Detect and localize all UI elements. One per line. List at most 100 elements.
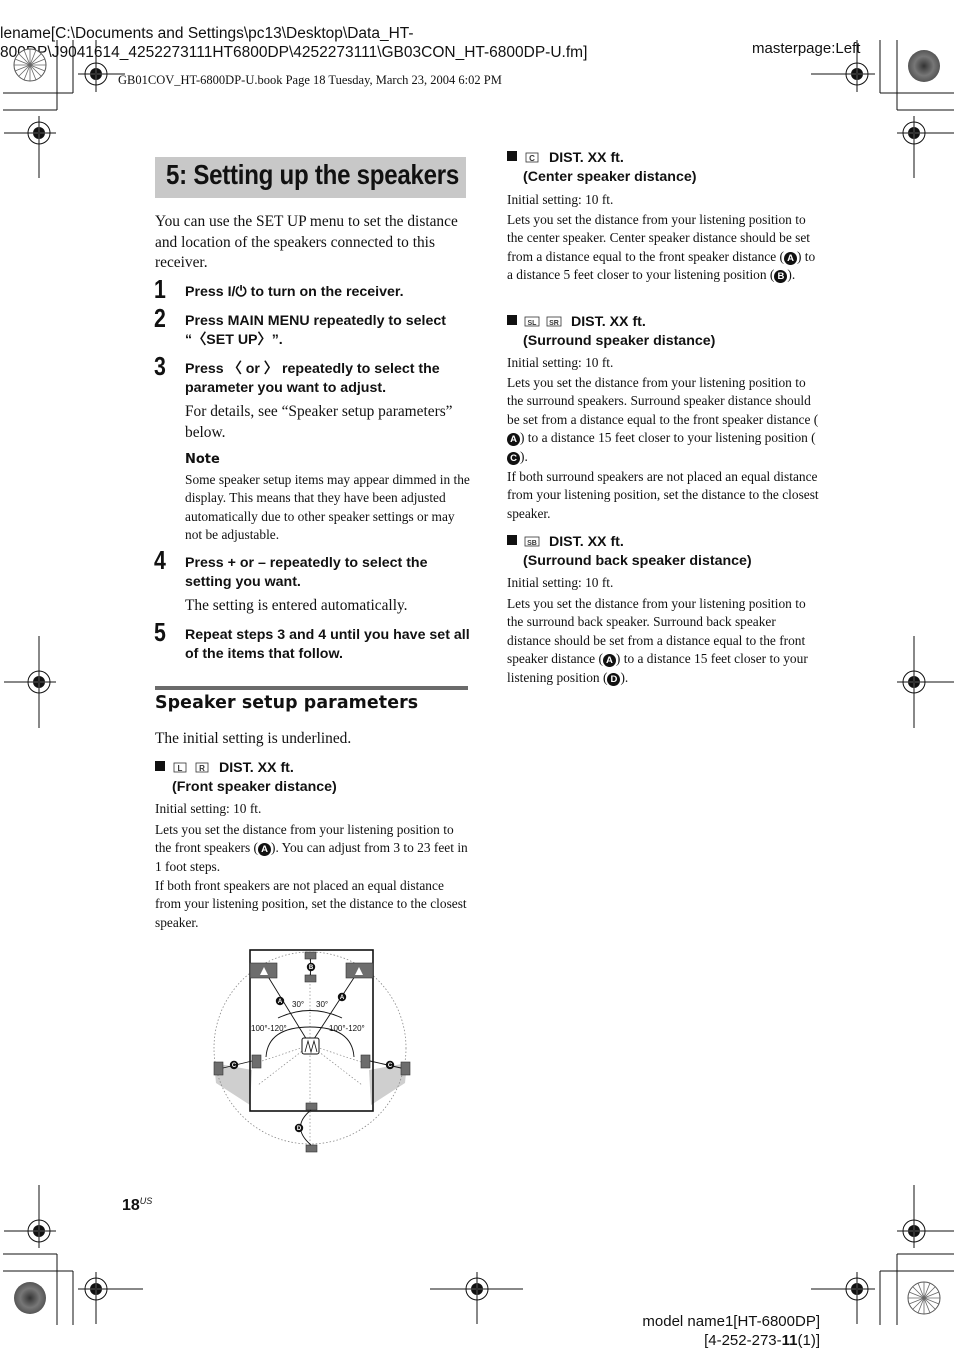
gear-icon-top-right [908,50,940,82]
param-name: DIST. XX ft. [548,534,624,550]
marker-c-right: C [388,1063,393,1069]
bullet-square-icon [507,151,517,161]
registration-mark-top-right-1 [811,40,875,92]
speaker-surround-back-icon: SB [524,536,540,547]
speaker-front-left-icon: L [173,762,187,773]
surround-right-speaker-near [360,1054,371,1069]
registration-mark-bottom-right-1 [897,1185,954,1248]
section-title: Speaker setup parameters [155,693,419,713]
marker-a-right: A [340,995,345,1001]
svg-text:L: L [178,764,183,773]
step-detail: The setting is entered automatically. [185,597,408,614]
page-title: 5: Setting up the speakers [166,159,460,190]
gear-icon-bottom-left [14,1282,46,1314]
note-label: Note [185,452,220,467]
center-speaker-far [304,951,317,960]
section-intro: The initial setting is underlined. [155,730,352,747]
svg-text:SR: SR [549,320,559,327]
param-note: If both front speakers are not placed an… [155,878,467,930]
speaker-center-icon: C [525,152,539,163]
step-number: 5 [154,617,166,647]
marker-d-icon: D [607,672,621,686]
param-subtitle: (Surround back speaker distance) [523,553,752,569]
registration-mark-top-left-2 [4,116,56,178]
intro-paragraph: You can use the SET UP menu to set the d… [155,213,458,272]
center-speaker-near [304,974,317,983]
param-heading-front: L R DIST. XX ft. [155,759,294,778]
angle-label-front-right: 30° [316,1000,328,1009]
param-description: Lets you set the distance from your list… [155,822,468,874]
step-text: Press + or – repeatedly to select the se… [185,555,428,590]
step-number: 2 [154,303,166,333]
step-number: 3 [154,351,166,381]
registration-mark-mid-left [4,636,56,728]
registration-mark-bottom-left-2 [78,1272,143,1324]
note-text: Some speaker setup items may appear dimm… [185,472,470,543]
marker-a-icon: A [602,654,616,668]
marker-b-icon: B [774,270,788,284]
surround-right-speaker-far [400,1061,411,1076]
model-name: model name1[HT-6800DP] [642,1313,820,1330]
registration-mark-bottom-center [430,1272,523,1324]
step-text: Press I/⏻ to turn on the receiver. [185,284,404,300]
marker-d: D [297,1126,302,1132]
registration-mark-bottom-left-1 [4,1185,56,1248]
step-number: 1 [154,274,166,304]
param-description: Lets you set the distance from your list… [507,212,816,284]
marker-a-left: A [278,999,283,1005]
param-heading-surround: SL SR DIST. XX ft. [507,313,646,332]
param-heading-center: C DIST. XX ft. [507,149,624,168]
page-number: 18US [122,1196,153,1214]
starburst-icon-bottom-right [907,1281,941,1315]
registration-mark-mid-right [897,636,954,728]
speaker-layout-diagram: A A B C C D 30° 30° 100°-120° 100°-120° [213,949,411,1153]
step-text: Press 〈 or 〉 repeatedly to select the pa… [185,361,440,396]
surround-left-speaker-near [251,1054,262,1069]
param-name: DIST. XX ft. [570,314,646,330]
bullet-square-icon [155,761,165,771]
speaker-surround-left-icon: SL [524,316,540,327]
starburst-icon-top-left [13,48,47,82]
bullet-square-icon [507,315,517,325]
bullet-square-icon [507,535,517,545]
speaker-surround-right-icon: SR [546,316,562,327]
step-number: 4 [154,545,166,575]
param-note: If both surround speakers are not placed… [507,469,819,521]
initial-setting: Initial setting: 10 ft. [155,801,262,816]
initial-setting: Initial setting: 10 ft. [507,575,614,590]
surround-left-speaker-far [213,1061,224,1076]
marker-a-icon: A [258,843,271,857]
param-name: DIST. XX ft. [548,150,624,166]
angle-label-surround-left: 100°-120° [251,1024,287,1033]
param-name: DIST. XX ft. [218,760,294,776]
marker-b: B [309,965,314,971]
step-detail: For details, see “Speaker setup paramete… [185,403,453,441]
model-info: model name1[HT-6800DP] [4-252-273-11(1)] [642,1312,820,1350]
registration-mark-top-right-2 [897,116,954,178]
marker-c-left: C [232,1063,237,1069]
param-heading-surround-back: SB DIST. XX ft. [507,533,624,552]
surround-back-speaker-far [305,1144,318,1153]
part-number: [4-252-273-11(1)] [704,1332,820,1349]
surround-back-speaker-near [305,1102,318,1111]
marker-a-icon: A [784,251,797,265]
svg-text:SB: SB [527,540,537,547]
param-description: Lets you set the distance from your list… [507,375,819,465]
step-text: Press MAIN MENU repeatedly to select “〈S… [185,313,446,348]
param-subtitle: (Surround speaker distance) [523,333,716,349]
initial-setting: Initial setting: 10 ft. [507,192,614,207]
param-description: Lets you set the distance from your list… [507,596,808,686]
step-text: Repeat steps 3 and 4 until you have set … [185,627,470,662]
marker-a-icon: A [507,433,520,447]
param-subtitle: (Front speaker distance) [172,779,337,795]
svg-text:C: C [529,154,535,163]
angle-label-surround-right: 100°-120° [329,1024,365,1033]
param-subtitle: (Center speaker distance) [523,169,697,185]
angle-label-front-left: 30° [292,1000,304,1009]
svg-text:SL: SL [528,320,538,327]
svg-text:R: R [199,764,205,773]
initial-setting: Initial setting: 10 ft. [507,355,614,370]
speaker-front-right-icon: R [195,762,209,773]
section-divider [155,686,468,690]
registration-mark-top-left-1 [78,40,125,92]
